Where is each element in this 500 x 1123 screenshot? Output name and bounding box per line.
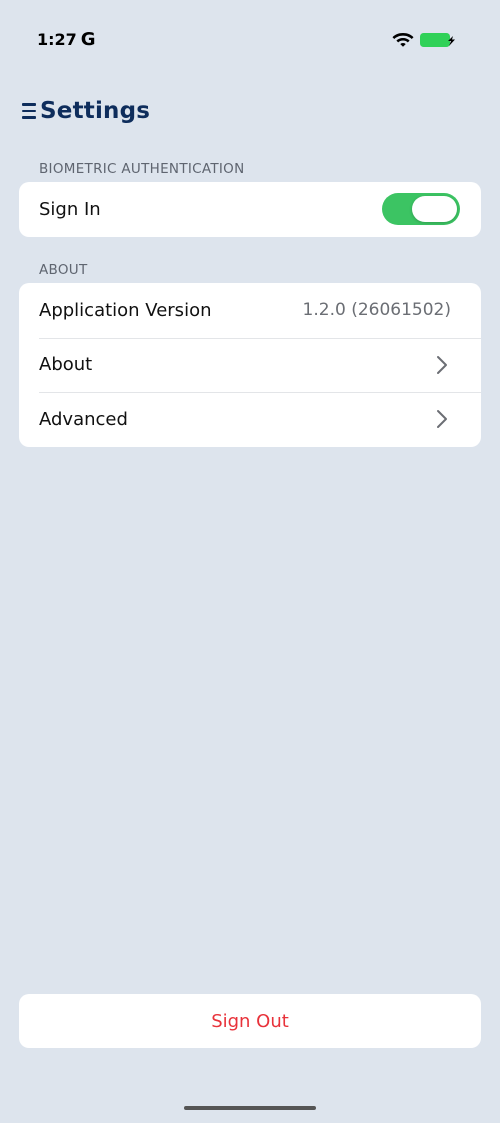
- about-row[interactable]: About: [19, 337, 481, 393]
- sign-out-label: Sign Out: [211, 1010, 289, 1032]
- advanced-row[interactable]: Advanced: [19, 392, 481, 447]
- chevron-right-icon: [437, 410, 447, 429]
- settings-screen: 1:27 G Settings BIOMETRIC AUTHENTICATION…: [0, 0, 500, 1123]
- section-header-biometric: BIOMETRIC AUTHENTICATION: [39, 161, 245, 177]
- sign-in-toggle[interactable]: [382, 193, 460, 226]
- status-bar: 1:27 G: [0, 0, 500, 80]
- page-header: Settings: [22, 98, 150, 124]
- advanced-label: Advanced: [39, 408, 128, 430]
- time-text: 1:27: [37, 30, 77, 49]
- sign-out-button[interactable]: Sign Out: [19, 994, 481, 1048]
- app-version-row: Application Version 1.2.0 (26061502): [19, 283, 481, 338]
- app-version-value: 1.2.0 (26061502): [302, 300, 451, 321]
- sign-in-label: Sign In: [39, 198, 101, 220]
- wifi-icon: [392, 33, 414, 47]
- toggle-knob: [412, 196, 457, 223]
- battery-charging-icon: [420, 33, 455, 47]
- home-indicator: [184, 1106, 316, 1110]
- app-version-label: Application Version: [39, 299, 212, 321]
- biometric-card: Sign In: [19, 182, 481, 237]
- menu-icon[interactable]: [22, 102, 36, 120]
- google-icon: G: [80, 29, 96, 50]
- about-card: Application Version 1.2.0 (26061502) Abo…: [19, 283, 481, 447]
- sign-in-row: Sign In: [19, 182, 481, 237]
- about-label: About: [39, 354, 93, 376]
- status-time: 1:27 G: [37, 29, 96, 50]
- chevron-right-icon: [437, 355, 447, 374]
- page-title: Settings: [40, 98, 151, 124]
- section-header-about: ABOUT: [39, 262, 88, 278]
